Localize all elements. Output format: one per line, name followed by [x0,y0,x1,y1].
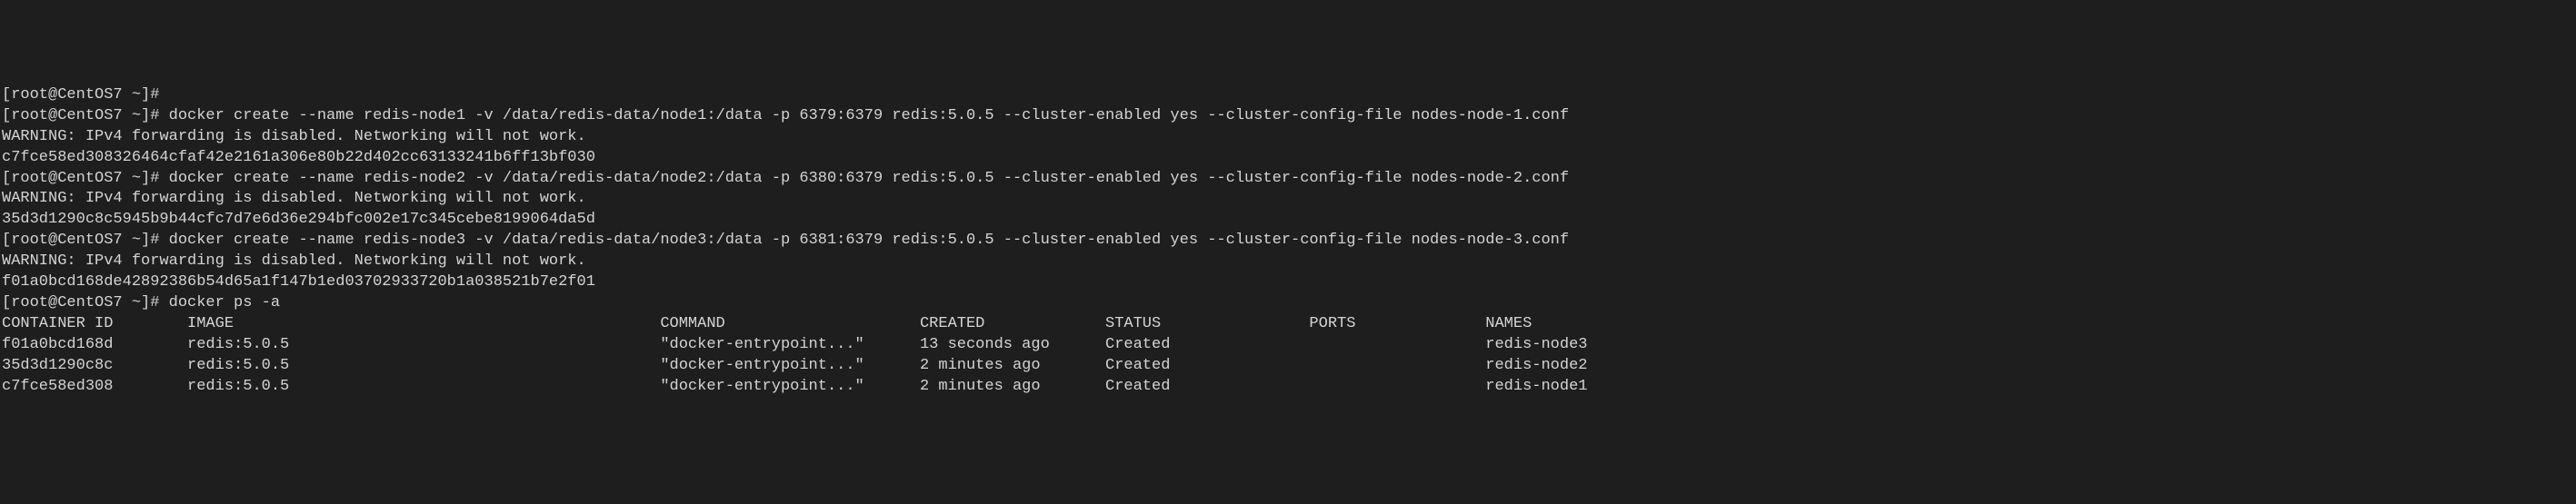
output-line: WARNING: IPv4 forwarding is disabled. Ne… [2,127,2574,148]
output-line: c7fce58ed308326464cfaf42e2161a306e80b22d… [2,148,2574,169]
command-line: [root@CentOS7 ~]# docker create --name r… [2,169,2574,190]
table-row: c7fce58ed308 redis:5.0.5 "docker-entrypo… [2,377,2574,398]
table-row: 35d3d1290c8c redis:5.0.5 "docker-entrypo… [2,356,2574,377]
table-header-row: CONTAINER ID IMAGE COMMAND CREATED STATU… [2,314,2574,335]
command-line: [root@CentOS7 ~]# docker create --name r… [2,231,2574,252]
output-line: WARNING: IPv4 forwarding is disabled. Ne… [2,252,2574,272]
command-line: [root@CentOS7 ~]# docker create --name r… [2,106,2574,127]
terminal-screen[interactable]: [root@CentOS7 ~]#[root@CentOS7 ~]# docke… [2,85,2574,398]
prompt-line: [root@CentOS7 ~]# [2,85,2574,106]
command-line: [root@CentOS7 ~]# docker ps -a [2,293,2574,314]
table-row: f01a0bcd168d redis:5.0.5 "docker-entrypo… [2,335,2574,356]
output-line: 35d3d1290c8c5945b9b44cfc7d7e6d36e294bfc0… [2,210,2574,231]
output-line: WARNING: IPv4 forwarding is disabled. Ne… [2,189,2574,210]
output-line: f01a0bcd168de42892386b54d65a1f147b1ed037… [2,272,2574,293]
